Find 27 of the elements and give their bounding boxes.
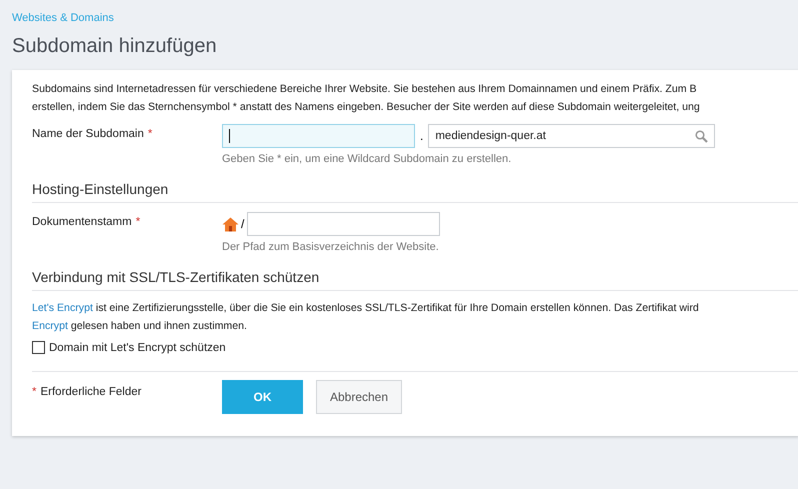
path-separator: / <box>241 217 244 231</box>
search-icon[interactable] <box>695 130 708 142</box>
lets-encrypt-link[interactable]: Let's Encrypt <box>32 302 93 314</box>
field-label: Name der Subdomain <box>32 128 144 140</box>
section-heading: Verbindung mit SSL/TLS-Zertifikaten schützen <box>32 269 798 291</box>
ok-button[interactable]: OK <box>222 380 303 414</box>
required-note: Erforderliche Felder <box>40 386 142 398</box>
ssl-paragraph: Let's Encrypt ist eine Zertifizierungsstelle, über die Sie ein kostenloses SSL/TLS-Zertifikat für Ihre Domain erstellen können. Das Zertifikat wird Encrypt gelesen haben und ihnen zustimmen. <box>32 301 700 334</box>
subdomain-input[interactable] <box>222 124 415 148</box>
breadcrumb-link[interactable]: Websites & Domains <box>12 12 114 24</box>
hint-text: Der Pfad zum Basisverzeichnis der Website. <box>222 241 440 253</box>
field-label: Dokumentenstamm <box>32 216 132 228</box>
required-mark: * <box>148 128 152 140</box>
hint-text: Geben Sie * ein, um eine Wildcard Subdomain zu erstellen. <box>222 153 512 165</box>
separator-text: . <box>420 129 424 143</box>
home-icon <box>222 216 239 232</box>
domain-field[interactable]: mediendesign-quer.at <box>428 124 716 148</box>
required-mark: * <box>136 216 140 228</box>
required-mark: * <box>32 386 36 398</box>
document-root-input[interactable] <box>247 212 440 236</box>
checkbox-label[interactable]: Domain mit Let's Encrypt schützen <box>49 342 226 354</box>
page-title: Subdomain hinzufügen <box>12 35 218 58</box>
section-heading: Hosting-Einstellungen <box>32 181 798 203</box>
intro-paragraph: Subdomains sind Internetadressen für verschiedene Bereiche Ihrer Website. Sie bestehen aus Ihrem Domainnamen und einem Präfix. Zum B erstellen, indem Sie das Sternchensymbol * anstatt des Namens eingeben. Besucher der Site werden auf diese Subdomain weitergeleitet, ung <box>32 82 701 115</box>
checkbox[interactable] <box>32 341 45 354</box>
lets-encrypt-link[interactable]: Encrypt <box>32 320 68 332</box>
cancel-button[interactable]: Abbrechen <box>316 380 402 414</box>
